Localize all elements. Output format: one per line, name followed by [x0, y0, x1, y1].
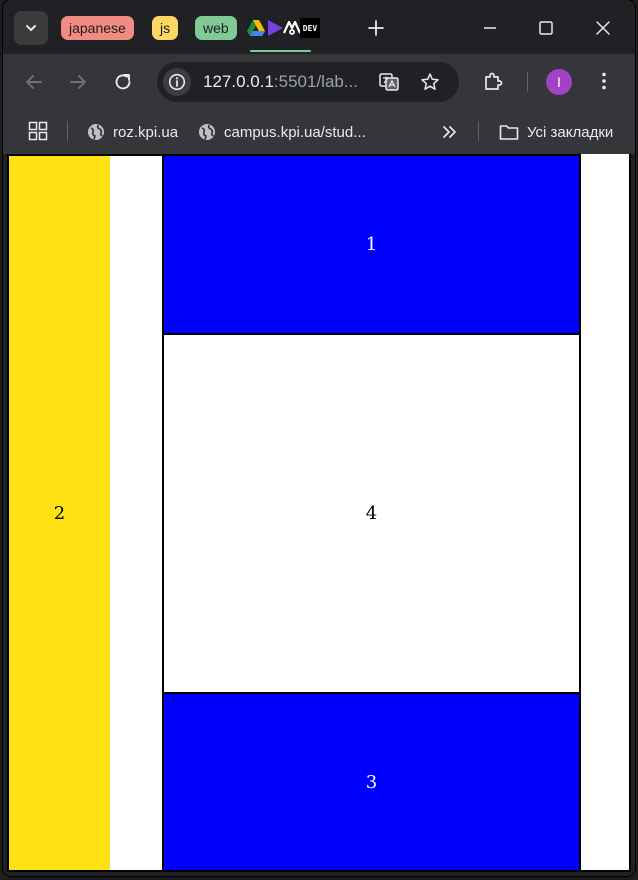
back-arrow-icon[interactable] — [23, 71, 45, 93]
bookmark-campus-kpi[interactable]: campus.kpi.ua/stud... — [198, 121, 366, 143]
cell-label-3: 3 — [365, 771, 378, 793]
site-info-button[interactable] — [163, 68, 191, 96]
white-cell-middle: 4 — [162, 333, 581, 694]
chevron-down-icon — [26, 25, 36, 31]
apps-grid-icon[interactable] — [28, 121, 48, 141]
reload-icon[interactable] — [112, 71, 134, 93]
bookmark-star-icon[interactable] — [420, 72, 440, 92]
forward-arrow-icon[interactable] — [67, 71, 89, 93]
bookmarks-divider — [478, 121, 479, 141]
browser-toolbar: 127.0.0.1:5501/lab... I — [3, 54, 635, 110]
all-bookmarks-folder[interactable]: Усі закладки — [499, 121, 613, 143]
url-host: 127.0.0.1 — [203, 72, 274, 91]
dev-icon[interactable]: DEV — [300, 18, 320, 38]
tab-group-japanese[interactable]: japanese — [61, 16, 134, 40]
empty-gap-cell — [110, 154, 164, 872]
tab-strip: japanese js web DEV — [3, 0, 635, 54]
address-bar[interactable]: 127.0.0.1:5501/lab... — [157, 62, 459, 102]
cell-label-4: 4 — [365, 503, 378, 524]
globe-icon — [88, 124, 104, 140]
all-bookmarks-label: Усі закладки — [527, 123, 614, 141]
info-icon — [168, 73, 186, 91]
tab-group-web[interactable]: web — [195, 16, 237, 40]
profile-avatar[interactable]: I — [546, 69, 572, 95]
bookmarks-bar: roz.kpi.ua campus.kpi.ua/stud... Усі зак… — [3, 110, 635, 154]
bookmarks-divider — [67, 121, 68, 141]
tab-group-js[interactable]: js — [152, 16, 179, 40]
bookmark-label: campus.kpi.ua/stud... — [224, 123, 366, 141]
bookmark-roz-kpi[interactable]: roz.kpi.ua — [87, 121, 178, 143]
folder-icon — [499, 125, 519, 140]
url-text[interactable]: 127.0.0.1:5501/lab... — [203, 72, 358, 92]
cell-label-1: 1 — [365, 234, 378, 255]
minimize-icon[interactable] — [480, 18, 500, 38]
translate-icon[interactable] — [379, 72, 399, 92]
url-path: :5501/lab... — [273, 72, 359, 91]
blue-cell-bottom: 3 — [162, 692, 581, 872]
tab-search-button[interactable] — [14, 11, 48, 45]
drive-icon[interactable] — [246, 18, 266, 38]
page-viewport: 2 1 4 3 — [7, 154, 631, 872]
maximize-icon[interactable] — [536, 18, 556, 38]
new-tab-plus-icon[interactable] — [366, 18, 386, 38]
kebab-menu-icon[interactable] — [593, 70, 615, 92]
page-bottom-border — [7, 870, 631, 872]
close-icon[interactable] — [593, 18, 613, 38]
browser-window: japanese js web DEV 127.0.0.1:5501/lab..… — [3, 0, 635, 876]
blue-cell-top: 1 — [162, 154, 581, 335]
yellow-cell: 2 — [7, 154, 112, 872]
chevron-double-right-icon[interactable] — [439, 122, 459, 142]
toolbar-divider — [527, 72, 528, 92]
bookmark-label: roz.kpi.ua — [113, 123, 179, 141]
page-right-border — [629, 154, 631, 872]
active-group-underline — [250, 50, 311, 52]
cell-label-2: 2 — [53, 502, 66, 524]
ai-icon[interactable] — [282, 18, 302, 38]
extensions-puzzle-icon[interactable] — [482, 70, 504, 92]
globe-icon — [199, 124, 215, 140]
